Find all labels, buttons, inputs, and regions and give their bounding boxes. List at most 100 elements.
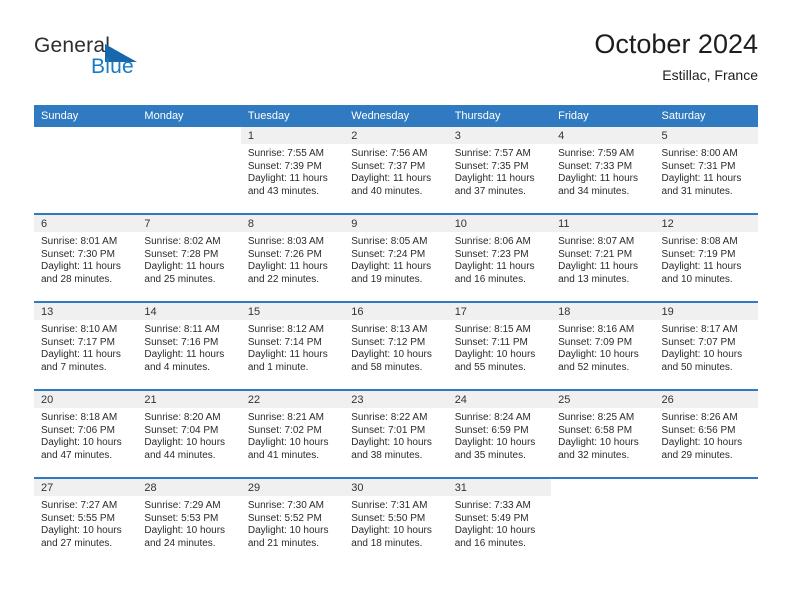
calendar-day-cell[interactable]: 4 Sunrise: 7:59 AM Sunset: 7:33 PM Daylight… (551, 127, 655, 214)
calendar-day-cell[interactable]: 22 Sunrise: 8:21 AM Sunset: 7:02 PM Dayligh… (240, 389, 345, 478)
daylight-text-line2: and 32 minutes. (558, 449, 630, 461)
calendar-day-cell[interactable]: 7 Sunrise: 8:02 AM Sunset: 7:28 PM Daylight… (137, 213, 241, 302)
sunset-text: Sunset: 7:12 PM (351, 336, 426, 348)
calendar-day-cell[interactable]: 30 Sunrise: 7:31 AM Sunset: 5:50 PM Dayligh… (344, 477, 448, 565)
calendar-day-cell[interactable]: 18 Sunrise: 8:16 AM Sunset: 7:09 PM Dayligh… (551, 301, 655, 390)
brand-logo[interactable]: General Blue (34, 34, 214, 90)
day-number: 22 (240, 391, 345, 408)
sunrise-text: Sunrise: 8:06 AM (454, 236, 531, 247)
calendar-day-cell[interactable]: 2 Sunrise: 7:56 AM Sunset: 7:37 PM Daylight… (344, 127, 448, 214)
calendar-day-cell[interactable]: 20 Sunrise: 8:18 AM Sunset: 7:06 PM Dayligh… (34, 389, 138, 478)
daylight-text-line1: Daylight: 10 hours (351, 525, 432, 537)
day-number: 19 (654, 303, 758, 320)
sunset-text: Sunset: 7:33 PM (558, 160, 633, 172)
weekday-header-friday: Friday (551, 105, 655, 127)
calendar-grid: Sunday Monday Tuesday Wednesday Thursday… (34, 105, 758, 565)
day-cell-inner: 29 Sunrise: 7:30 AM Sunset: 5:52 PM Dayligh… (240, 479, 345, 565)
daylight-text-line1: Daylight: 10 hours (247, 437, 329, 449)
day-details: Sunrise: 7:59 AM Sunset: 7:33 PM Daylight:… (551, 144, 654, 198)
sunset-text: Sunset: 7:11 PM (454, 336, 528, 348)
calendar-day-cell[interactable]: 9 Sunrise: 8:05 AM Sunset: 7:24 PM Daylight… (344, 213, 448, 302)
day-number: 30 (344, 479, 448, 496)
day-number: 23 (344, 391, 448, 408)
daylight-text-line1: Daylight: 10 hours (661, 437, 743, 449)
calendar-day-cell[interactable]: 21 Sunrise: 8:20 AM Sunset: 7:04 PM Dayligh… (137, 389, 241, 478)
calendar-day-cell[interactable]: 23 Sunrise: 8:22 AM Sunset: 7:01 PM Dayligh… (344, 389, 448, 478)
day-cell-inner: 28 Sunrise: 7:29 AM Sunset: 5:53 PM Dayligh… (137, 479, 241, 565)
day-details: Sunrise: 8:02 AM Sunset: 7:28 PM Daylight:… (137, 232, 240, 286)
calendar-day-cell[interactable]: 11 Sunrise: 8:07 AM Sunset: 7:21 PM Dayligh… (551, 213, 655, 302)
calendar-day-cell[interactable]: 12 Sunrise: 8:08 AM Sunset: 7:19 PM Dayligh… (654, 213, 758, 302)
calendar-day-cell[interactable]: 28 Sunrise: 7:29 AM Sunset: 5:53 PM Dayligh… (137, 477, 241, 565)
sunset-text: Sunset: 6:56 PM (661, 424, 736, 436)
calendar-day-cell[interactable]: 26 Sunrise: 8:26 AM Sunset: 6:56 PM Dayligh… (654, 389, 758, 478)
day-cell-inner: 16 Sunrise: 8:13 AM Sunset: 7:12 PM Dayligh… (344, 303, 448, 389)
sunrise-text: Sunrise: 7:57 AM (454, 148, 531, 159)
day-number: 24 (447, 391, 552, 408)
calendar-day-cell[interactable]: 13 Sunrise: 8:10 AM Sunset: 7:17 PM Dayligh… (34, 301, 138, 390)
sunrise-text: Sunrise: 8:22 AM (351, 412, 428, 423)
calendar-day-cell[interactable]: 15 Sunrise: 8:12 AM Sunset: 7:14 PM Dayligh… (240, 301, 345, 390)
day-cell-inner: 3 Sunrise: 7:57 AM Sunset: 7:35 PM Daylight… (447, 127, 552, 213)
daylight-text-line1: Daylight: 10 hours (144, 437, 226, 449)
calendar-day-cell[interactable]: 31 Sunrise: 7:33 AM Sunset: 5:49 PM Dayligh… (447, 477, 552, 565)
sunrise-text: Sunrise: 7:59 AM (558, 148, 635, 159)
daylight-text-line2: and 1 minute. (247, 361, 309, 373)
day-cell-inner: 22 Sunrise: 8:21 AM Sunset: 7:02 PM Dayligh… (240, 391, 345, 477)
sunrise-text: Sunrise: 8:21 AM (247, 412, 324, 423)
daylight-text-line1: Daylight: 10 hours (454, 525, 536, 537)
sunrise-text: Sunrise: 8:03 AM (247, 236, 324, 247)
day-cell-inner: 24 Sunrise: 8:24 AM Sunset: 6:59 PM Dayligh… (447, 391, 552, 477)
calendar-day-cell[interactable]: 10 Sunrise: 8:06 AM Sunset: 7:23 PM Dayligh… (447, 213, 552, 302)
calendar-day-cell[interactable]: 16 Sunrise: 8:13 AM Sunset: 7:12 PM Dayligh… (344, 301, 448, 390)
day-cell-inner: 13 Sunrise: 8:10 AM Sunset: 7:17 PM Dayligh… (34, 303, 138, 389)
page-title: October 2024 (594, 29, 758, 59)
daylight-text-line2: and 41 minutes. (247, 449, 320, 461)
calendar-day-cell[interactable]: 5 Sunrise: 8:00 AM Sunset: 7:31 PM Daylight… (654, 127, 758, 214)
day-cell-inner: 7 Sunrise: 8:02 AM Sunset: 7:28 PM Daylight… (137, 215, 241, 301)
day-details: Sunrise: 8:00 AM Sunset: 7:31 PM Daylight:… (655, 144, 758, 198)
day-number: 6 (34, 215, 138, 232)
day-details: Sunrise: 8:16 AM Sunset: 7:09 PM Daylight:… (551, 320, 654, 374)
sunset-text: Sunset: 7:23 PM (454, 248, 529, 260)
day-number: 26 (654, 391, 758, 408)
page-header: General Blue October 2024 Estillac, Fran… (34, 28, 758, 94)
sunrise-text: Sunrise: 8:25 AM (558, 412, 635, 423)
day-cell-inner: 30 Sunrise: 7:31 AM Sunset: 5:50 PM Dayligh… (344, 479, 448, 565)
calendar-day-cell[interactable]: 14 Sunrise: 8:11 AM Sunset: 7:16 PM Dayligh… (137, 301, 241, 390)
calendar-day-cell[interactable]: 19 Sunrise: 8:17 AM Sunset: 7:07 PM Dayligh… (654, 301, 758, 390)
day-details: Sunrise: 8:03 AM Sunset: 7:26 PM Daylight:… (241, 232, 344, 286)
calendar-day-cell[interactable]: 25 Sunrise: 8:25 AM Sunset: 6:58 PM Dayligh… (551, 389, 655, 478)
calendar-day-cell[interactable]: 29 Sunrise: 7:30 AM Sunset: 5:52 PM Dayligh… (240, 477, 345, 565)
weekday-header-tuesday: Tuesday (240, 105, 345, 127)
day-details: Sunrise: 8:21 AM Sunset: 7:02 PM Daylight:… (241, 408, 344, 462)
sunset-text: Sunset: 7:09 PM (558, 336, 633, 348)
day-cell-inner: 8 Sunrise: 8:03 AM Sunset: 7:26 PM Daylight… (240, 215, 345, 301)
daylight-text-line2: and 44 minutes. (144, 449, 216, 461)
calendar-day-cell[interactable]: 17 Sunrise: 8:15 AM Sunset: 7:11 PM Dayligh… (447, 301, 552, 390)
day-details: Sunrise: 7:29 AM Sunset: 5:53 PM Daylight:… (137, 496, 240, 550)
day-details: Sunrise: 8:06 AM Sunset: 7:23 PM Daylight:… (448, 232, 551, 286)
daylight-text-line2: and 25 minutes. (144, 273, 216, 285)
sunrise-text: Sunrise: 8:24 AM (454, 412, 531, 423)
calendar-day-cell[interactable]: 24 Sunrise: 8:24 AM Sunset: 6:59 PM Dayligh… (447, 389, 552, 478)
day-cell-inner (34, 127, 138, 213)
daylight-text-line2: and 58 minutes. (351, 361, 423, 373)
day-number: 31 (447, 479, 552, 496)
daylight-text-line1: Daylight: 10 hours (454, 437, 536, 449)
calendar-day-cell[interactable]: 1 Sunrise: 7:55 AM Sunset: 7:39 PM Daylight… (240, 127, 345, 214)
calendar-page: General Blue October 2024 Estillac, Fran… (0, 0, 792, 612)
daylight-text-line2: and 27 minutes. (41, 537, 113, 549)
sunset-text: Sunset: 5:49 PM (454, 512, 529, 524)
sunrise-text: Sunrise: 8:01 AM (41, 236, 118, 247)
calendar-day-cell[interactable]: 6 Sunrise: 8:01 AM Sunset: 7:30 PM Daylight… (34, 213, 138, 302)
sunset-text: Sunset: 6:58 PM (558, 424, 633, 436)
calendar-week-row: 13 Sunrise: 8:10 AM Sunset: 7:17 PM Dayligh… (34, 301, 758, 390)
day-cell-inner: 27 Sunrise: 7:27 AM Sunset: 5:55 PM Dayligh… (34, 479, 138, 565)
calendar-day-cell[interactable]: 27 Sunrise: 7:27 AM Sunset: 5:55 PM Dayligh… (34, 477, 138, 565)
calendar-day-cell[interactable]: 8 Sunrise: 8:03 AM Sunset: 7:26 PM Daylight… (240, 213, 345, 302)
day-details: Sunrise: 7:30 AM Sunset: 5:52 PM Daylight:… (241, 496, 344, 550)
sunset-text: Sunset: 7:16 PM (144, 336, 219, 348)
sunrise-text: Sunrise: 7:55 AM (247, 148, 324, 159)
calendar-day-cell[interactable]: 3 Sunrise: 7:57 AM Sunset: 7:35 PM Daylight… (447, 127, 552, 214)
